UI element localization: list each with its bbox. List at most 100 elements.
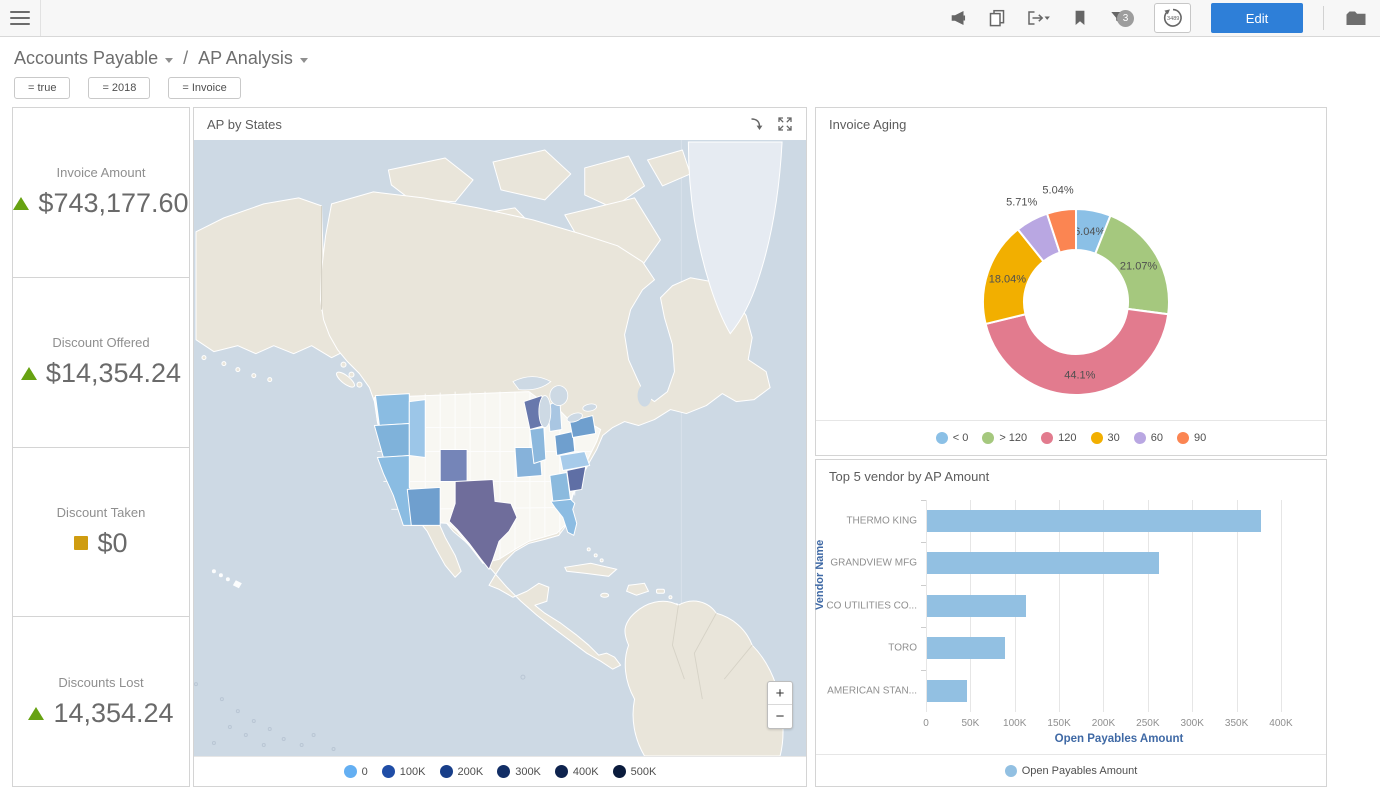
legend-item[interactable]: 60	[1134, 432, 1163, 444]
kpi-value: $743,177.60	[38, 188, 188, 219]
square-icon	[74, 536, 88, 550]
present-megaphone-icon[interactable]	[949, 9, 968, 27]
legend-dot-icon	[497, 765, 510, 778]
legend-item[interactable]: 500K	[613, 765, 657, 778]
y-axis-tick	[921, 542, 926, 543]
legend-item[interactable]: 90	[1177, 432, 1206, 444]
top-vendors-bar-chart: Vendor Name THERMO KINGGRANDVIEW MFGCO U…	[816, 492, 1326, 754]
bar-americanstan[interactable]	[927, 680, 967, 702]
copy-pages-icon[interactable]	[988, 9, 1006, 27]
bar-row: TORO	[926, 627, 1312, 669]
kpi-column: Invoice Amount$743,177.60Discount Offere…	[12, 107, 190, 787]
x-tick-label: 0	[923, 718, 929, 729]
legend-item[interactable]: 100K	[382, 765, 426, 778]
legend-label: 300K	[515, 766, 541, 778]
legend-dot-icon	[1091, 432, 1103, 444]
kpi-tile[interactable]: Invoice Amount$743,177.60	[12, 107, 190, 278]
legend-dot-icon	[1005, 765, 1017, 777]
y-axis-tick	[921, 500, 926, 501]
bar-toro[interactable]	[927, 637, 1005, 659]
bar-legend: Open Payables Amount	[816, 754, 1326, 786]
legend-item[interactable]: 300K	[497, 765, 541, 778]
legend-item[interactable]: > 120	[982, 432, 1027, 444]
legend-label: 100K	[400, 766, 426, 778]
legend-label: > 120	[999, 432, 1027, 444]
bar-coutilitiesco[interactable]	[927, 595, 1026, 617]
breadcrumb-current[interactable]: AP Analysis	[198, 48, 308, 69]
bar-row: AMERICAN STAN...	[926, 670, 1312, 712]
kpi-tile[interactable]: Discount Offered $14,354.24	[12, 277, 190, 448]
y-axis-tick	[921, 670, 926, 671]
bar-category-label: CO UTILITIES CO...	[825, 600, 917, 611]
legend-item[interactable]: 120	[1041, 432, 1076, 444]
kpi-value: 14,354.24	[53, 698, 173, 729]
legend-dot-icon	[936, 432, 948, 444]
legend-item[interactable]: 200K	[440, 765, 484, 778]
zoom-out-button[interactable]: −	[768, 705, 792, 728]
legend-dot-icon	[613, 765, 626, 778]
donut-slice-label: 5.04%	[1042, 184, 1073, 196]
legend-label: 60	[1151, 432, 1163, 444]
triangle-up-icon	[28, 707, 44, 720]
filter-funnel-icon[interactable]: 3	[1109, 9, 1134, 27]
top-toolbar: 3 3489 Edit	[0, 0, 1380, 37]
map-zoom-control: + −	[767, 681, 793, 729]
y-axis-tick	[921, 585, 926, 586]
legend-dot-icon	[440, 765, 453, 778]
bar-card-title: Top 5 vendor by AP Amount	[829, 469, 989, 484]
filter-chip[interactable]: = 2018	[88, 77, 150, 99]
maximize-icon[interactable]	[777, 116, 793, 132]
map-card-title: AP by States	[207, 117, 282, 132]
x-tick-label: 150K	[1047, 718, 1070, 729]
legend-item[interactable]: 30	[1091, 432, 1120, 444]
filter-chip[interactable]: = Invoice	[168, 77, 240, 99]
zoom-in-button[interactable]: +	[768, 682, 792, 705]
kpi-tile[interactable]: Discounts Lost14,354.24	[12, 616, 190, 787]
legend-label: 200K	[458, 766, 484, 778]
top-vendors-card: Top 5 vendor by AP Amount Vendor Name TH…	[815, 459, 1327, 787]
x-tick-label: 400K	[1269, 718, 1292, 729]
kpi-value: $14,354.24	[46, 358, 181, 389]
kpi-tile[interactable]: Discount Taken $0	[12, 447, 190, 618]
bar-x-axis: 050K100K150K200K250K300K350K400K	[926, 718, 1312, 732]
legend-dot-icon	[555, 765, 568, 778]
kpi-value: $0	[97, 528, 127, 559]
legend-item[interactable]: Open Payables Amount	[1005, 765, 1138, 777]
bar-category-label: THERMO KING	[825, 516, 917, 527]
curved-arrow-icon[interactable]	[749, 116, 765, 132]
dashboard-canvas: Invoice Amount$743,177.60Discount Offere…	[12, 107, 1380, 787]
auto-refresh-button[interactable]: 3489	[1154, 3, 1191, 33]
filter-chip[interactable]: = true	[14, 77, 70, 99]
donut-card-title: Invoice Aging	[829, 117, 906, 132]
donut-legend: < 0 > 120 120 30 60 90	[816, 420, 1326, 455]
donut-slice-120[interactable]	[986, 309, 1169, 395]
legend-item[interactable]: 400K	[555, 765, 599, 778]
folder-icon[interactable]	[1344, 9, 1368, 28]
legend-dot-icon	[1177, 432, 1189, 444]
choropleth-map[interactable]: + −	[194, 140, 806, 756]
bar-thermoking[interactable]	[927, 510, 1261, 532]
bar-grandviewmfg[interactable]	[927, 552, 1159, 574]
x-tick-label: 350K	[1225, 718, 1248, 729]
kpi-label: Discount Offered	[21, 335, 181, 350]
bar-category-label: AMERICAN STAN...	[825, 685, 917, 696]
legend-label: 500K	[631, 766, 657, 778]
breadcrumb: Accounts Payable / AP Analysis	[0, 37, 1380, 71]
caret-down-icon	[165, 58, 173, 63]
hamburger-menu-button[interactable]	[0, 0, 41, 36]
legend-item[interactable]: < 0	[936, 432, 969, 444]
breadcrumb-root[interactable]: Accounts Payable	[14, 48, 173, 69]
legend-item[interactable]: 0	[344, 765, 368, 778]
export-icon[interactable]	[1026, 9, 1051, 27]
map-legend: 0 100K 200K 300K 400K 500K	[194, 756, 806, 786]
x-tick-label: 250K	[1136, 718, 1159, 729]
donut-slice-label: 6.04%	[1074, 226, 1105, 238]
kpi-label: Discount Taken	[57, 505, 146, 520]
donut-slice-label: 21.07%	[1120, 260, 1158, 272]
caret-down-icon	[300, 58, 308, 63]
bookmark-icon[interactable]	[1071, 9, 1089, 27]
bar-row: GRANDVIEW MFG	[926, 542, 1312, 584]
edit-button[interactable]: Edit	[1211, 3, 1303, 33]
donut-slice-label: 44.1%	[1064, 369, 1095, 381]
x-tick-label: 200K	[1092, 718, 1115, 729]
